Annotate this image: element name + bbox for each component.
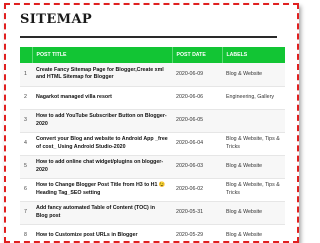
post-labels[interactable]: Blog & Website, Tips & Tricks	[222, 132, 285, 156]
row-number: 4	[20, 132, 32, 156]
table-row: 6 How to Change Blogger Post Title from …	[20, 178, 285, 202]
post-title-link[interactable]: Convert your Blog and website to Android…	[32, 132, 172, 156]
table-row: 5 How to add online chat widget/plugins …	[20, 155, 285, 179]
table-row: 4 Convert your Blog and website to Andro…	[20, 132, 285, 156]
post-labels[interactable]: Blog & Website	[222, 155, 285, 179]
sitemap-table: POST TITLE POST DATE LABELS 1 Create Fan…	[20, 47, 285, 241]
page-title: SITEMAP	[20, 12, 93, 27]
post-date: 2020-06-09	[172, 63, 222, 87]
post-labels[interactable]: Engineering, Gallery	[222, 86, 285, 110]
row-number: 1	[20, 63, 32, 87]
row-number: 6	[20, 178, 32, 202]
post-title-link[interactable]: How to Customize post URLs in Blogger	[32, 224, 172, 241]
header-labels[interactable]: LABELS	[222, 47, 285, 63]
row-number: 8	[20, 224, 32, 241]
post-title-link[interactable]: Nagarkot managed villa resort	[32, 86, 172, 110]
header-post-date[interactable]: POST DATE	[172, 47, 223, 63]
row-number: 3	[20, 109, 32, 133]
post-date: 2020-06-06	[172, 86, 222, 110]
post-date: 2020-06-04	[172, 132, 222, 156]
post-labels[interactable]: Blog & Website	[222, 63, 285, 87]
row-number: 7	[20, 201, 32, 225]
post-date: 2020-05-31	[172, 201, 222, 225]
table-row: 1 Create Fancy Sitemap Page for Blogger,…	[20, 63, 285, 87]
post-title-link[interactable]: How to add online chat widget/plugins on…	[32, 155, 172, 179]
row-number: 5	[20, 155, 32, 179]
post-date: 2020-06-03	[172, 155, 222, 179]
row-number: 2	[20, 86, 32, 110]
table-row: 3 How to add YouTube Subscriber Button o…	[20, 109, 285, 133]
post-title-link[interactable]: Create Fancy Sitemap Page for Blogger,Cr…	[32, 63, 172, 87]
table-row: 7 Add fancy automated Table of Content (…	[20, 201, 285, 225]
post-labels[interactable]: Blog & Website	[222, 224, 285, 241]
post-date: 2020-06-05	[172, 109, 222, 133]
post-labels[interactable]: Blog & Website, Tips & Tricks	[222, 178, 285, 202]
post-labels[interactable]	[222, 109, 285, 133]
post-title-link[interactable]: How to Change Blogger Post Title from H3…	[32, 178, 172, 202]
title-underline	[20, 36, 277, 38]
table-row: 8 How to Customize post URLs in Blogger …	[20, 224, 285, 241]
table-row: 2 Nagarkot managed villa resort 2020-06-…	[20, 86, 285, 110]
table-header-row: POST TITLE POST DATE LABELS	[20, 47, 285, 63]
post-date: 2020-05-29	[172, 224, 222, 241]
post-labels[interactable]: Blog & Website	[222, 201, 285, 225]
header-post-title[interactable]: POST TITLE	[32, 47, 173, 63]
post-title-link[interactable]: Add fancy automated Table of Content (TO…	[32, 201, 172, 225]
post-title-link[interactable]: How to add YouTube Subscriber Button on …	[32, 109, 172, 133]
post-date: 2020-06-02	[172, 178, 222, 202]
screenshot-frame: SITEMAP POST TITLE POST DATE LABELS 1 Cr…	[4, 3, 299, 243]
header-number	[20, 47, 33, 63]
